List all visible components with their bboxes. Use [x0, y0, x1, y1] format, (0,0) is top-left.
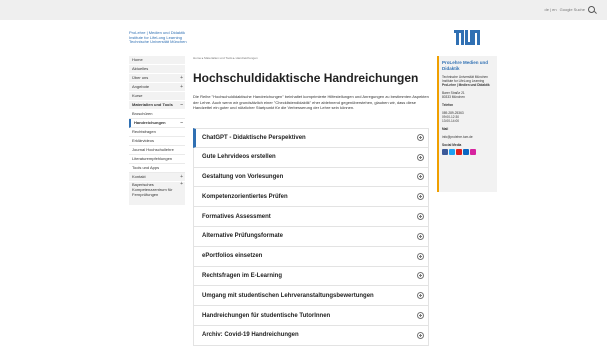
intro-text: Die Reihe "Hochschuldidaktische Handreic… [193, 94, 429, 110]
plus-circle-icon[interactable] [417, 252, 424, 260]
contact-infobox: ProLehre Medien und Didaktik Technische … [437, 56, 497, 192]
youtube-icon[interactable] [456, 149, 462, 155]
tum-logo[interactable] [454, 30, 480, 45]
plus-circle-icon[interactable] [417, 312, 424, 320]
plus-circle-icon[interactable] [417, 272, 424, 280]
sidebar-item-fernpruefungen[interactable]: Bayerisches Kompetenzzentrum für Fernprü… [129, 182, 185, 206]
plus-circle-icon[interactable] [417, 232, 424, 240]
brand-text[interactable]: ProLehre | Medien und Didaktik Institute… [129, 30, 187, 45]
main-content: Home ▸ Materialien und Tools ▸ Handreich… [193, 56, 429, 110]
accordion-item[interactable]: Handreichungen für studentische TutorInn… [193, 306, 429, 326]
brand-line-3: Technische Universität München [129, 39, 187, 45]
plus-circle-icon[interactable] [417, 134, 424, 142]
sidebar-item-broschueren[interactable]: Broschüren [129, 110, 185, 119]
plus-circle-icon[interactable] [417, 153, 424, 161]
expand-icon[interactable]: + [180, 83, 183, 91]
sidebar-item-aktuelles[interactable]: Aktuelles [129, 65, 185, 74]
plus-circle-icon[interactable] [417, 331, 424, 339]
instagram-icon[interactable] [470, 149, 476, 155]
expand-icon[interactable]: + [180, 182, 183, 187]
accordion-item[interactable]: Formatives Assessment [193, 207, 429, 227]
accordion-item[interactable]: ChatGPT - Didaktische Perspektiven [193, 128, 429, 148]
sidebar-item-tools[interactable]: Tools und Apps [129, 164, 185, 173]
twitter-icon[interactable] [449, 149, 455, 155]
accordion-item[interactable]: Gestaltung von Vorlesungen [193, 167, 429, 188]
accordion-item[interactable]: Kompetenzorientiertes Prüfen [193, 187, 429, 208]
search-label[interactable]: Google Suche [560, 7, 585, 12]
accordion-item[interactable]: Umgang mit studentischen Lehrveranstaltu… [193, 286, 429, 307]
accordion-item[interactable]: Alternative Prüfungsformate [193, 226, 429, 247]
expand-icon[interactable]: + [180, 173, 183, 181]
sidebar-nav: Home Aktuelles Über uns + Angebote + Kurse… [129, 56, 185, 206]
sidebar-item-rechtsfragen[interactable]: Rechtsfragen [129, 128, 185, 137]
sidebar-item-handreichungen[interactable]: Handreichungen – [129, 119, 185, 128]
sidebar-item-materialien[interactable]: Materialien und Tools – [129, 101, 185, 110]
accordion-item[interactable]: Rechtsfragen im E-Learning [193, 266, 429, 287]
expand-icon[interactable]: + [180, 74, 183, 82]
facebook-icon[interactable] [442, 149, 448, 155]
accordion-item[interactable]: Gute Lehrvideos erstellen [193, 147, 429, 168]
plus-circle-icon[interactable] [417, 193, 424, 201]
top-tools: de | en Google Suche [544, 6, 595, 13]
infobox-social-label: Social Media [442, 143, 462, 147]
sidebar-item-kurse[interactable]: Kurse [129, 92, 185, 101]
accordion-item[interactable]: Archiv: Covid-19 Handreichungen [193, 325, 429, 346]
sidebar-item-home[interactable]: Home [129, 56, 185, 65]
accordion: ChatGPT - Didaktische Perspektiven Gute … [193, 128, 429, 346]
sidebar-item-ueber-uns[interactable]: Über uns + [129, 74, 185, 83]
top-bar: de | en Google Suche [0, 0, 607, 20]
plus-circle-icon[interactable] [417, 292, 424, 300]
accordion-item[interactable]: ePortfolios einsetzen [193, 246, 429, 267]
infobox-title: ProLehre Medien und Didaktik [442, 60, 489, 71]
breadcrumb[interactable]: Home ▸ Materialien und Tools ▸ Handreich… [193, 56, 429, 60]
collapse-icon[interactable]: – [180, 119, 183, 127]
plus-circle-icon[interactable] [417, 213, 424, 221]
social-links [442, 149, 494, 155]
sidebar-item-journal[interactable]: Journal Hochschullehre [129, 146, 185, 155]
language-switch[interactable]: de | en [544, 7, 556, 12]
sidebar-item-literatur[interactable]: Literaturempfehlungen [129, 155, 185, 164]
sidebar-item-erklaervideos[interactable]: Erklärvideos [129, 137, 185, 146]
linkedin-icon[interactable] [463, 149, 469, 155]
page-title: Hochschuldidaktische Handreichungen [193, 71, 419, 85]
search-icon[interactable] [588, 6, 595, 13]
plus-circle-icon[interactable] [417, 173, 424, 181]
infobox-org-3: ProLehre | Medien und Didaktik [442, 83, 490, 87]
sidebar-item-kontakt[interactable]: Kontakt + [129, 173, 185, 182]
collapse-icon[interactable]: – [180, 101, 183, 109]
sidebar-item-angebote[interactable]: Angebote + [129, 83, 185, 92]
